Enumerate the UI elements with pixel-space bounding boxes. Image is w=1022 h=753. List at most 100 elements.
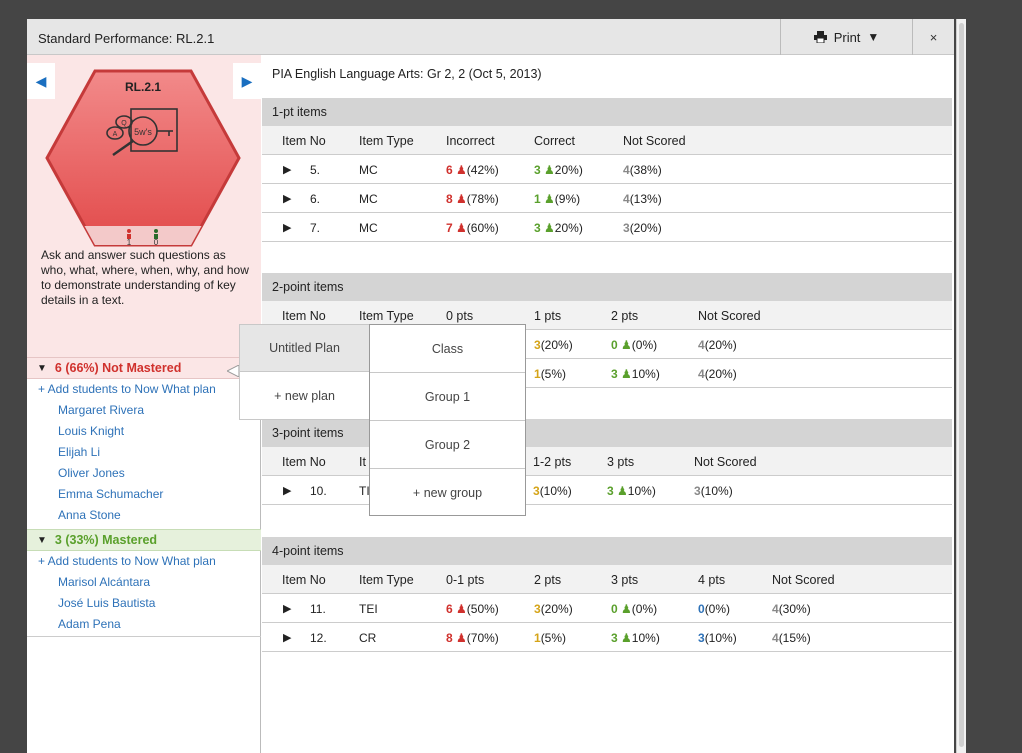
expand-icon[interactable]: ▶ [283,221,291,234]
table-row[interactable]: ▶ 5. MC 6 ♟(42%) 3 ♟20%) 4(38%) [262,155,952,184]
score-count[interactable]: 3 [698,631,705,645]
score-count[interactable]: 3 [607,484,614,498]
print-button[interactable]: Print ▼ [780,19,913,55]
student-link[interactable]: Adam Pena [58,617,121,631]
person-icon: ♟ [456,192,467,206]
not-scored-count[interactable]: 3 [623,221,630,235]
table-row[interactable]: ▶ 11. TEI 6 ♟(50%) 3(20%) 0 ♟(0%) 0(0%) … [262,594,952,623]
person-icon: ♟ [456,631,467,645]
dialog-title: Standard Performance: RL.2.1 [38,31,215,46]
table-header: Item No Item Type 0-1 pts 2 pts 3 pts 4 … [262,565,952,594]
not-scored-pct: (20%) [704,367,737,381]
table-row[interactable]: ▶ 6. MC 8 ♟(78%) 1 ♟(9%) 4(13%) [262,184,952,213]
item-no: 11. [310,602,326,616]
not-scored-count[interactable]: 4 [772,631,779,645]
not-scored-pct: (38%) [629,163,662,177]
expand-icon[interactable]: ▶ [283,602,291,615]
student-link[interactable]: Anna Stone [58,508,121,522]
section-1pt-header: 1-pt items [262,98,952,126]
not-scored-count[interactable]: 4 [623,163,630,177]
student-link[interactable]: Elijah Li [58,445,100,459]
score-pct: (5%) [540,367,567,381]
not-mastered-group-header[interactable]: ▼ 6 (66%) Not Mastered [27,357,261,379]
score-count[interactable]: 0 [611,338,618,352]
standard-hexagon: 5w's Q A RL.2.1 1 0 [45,69,241,247]
svg-text:A: A [113,131,118,138]
not-scored-count[interactable]: 3 [694,484,701,498]
incorrect-count[interactable]: 8 [446,192,453,206]
group-option-1[interactable]: Group 1 [370,373,525,421]
score-pct: (50%) [466,602,499,616]
group-option-class[interactable]: Class [370,325,525,373]
not-mastered-label: 6 (66%) Not Mastered [54,361,182,375]
col-header: Item No [282,134,326,148]
incorrect-count[interactable]: 7 [446,221,453,235]
col-header: 0-1 pts [446,573,485,587]
student-link[interactable]: Margaret Rivera [58,403,144,417]
new-group-option[interactable]: + new group [370,469,525,517]
not-scored-pct: (20%) [629,221,662,235]
student-link[interactable]: Oliver Jones [58,466,125,480]
score-count[interactable]: 3 [533,484,540,498]
score-count[interactable]: 0 [611,602,618,616]
student-link[interactable]: Marisol Alcántara [58,575,150,589]
correct-count[interactable]: 3 [534,163,541,177]
not-scored-count[interactable]: 4 [698,367,705,381]
add-to-plan-link[interactable]: + Add students to Now What plan [38,554,216,568]
correct-count[interactable]: 1 [534,192,541,206]
person-icon: ♟ [544,192,555,206]
group-option-2[interactable]: Group 2 [370,421,525,469]
group-list: Class Group 1 Group 2 + new group [369,324,526,516]
expand-icon[interactable]: ▶ [283,163,291,176]
col-header: 3 pts [607,455,635,469]
add-to-plan-link[interactable]: + Add students to Now What plan [38,382,216,396]
score-count[interactable]: 1 [534,631,541,645]
score-count[interactable]: 8 [446,631,453,645]
expand-icon[interactable]: ▶ [283,192,291,205]
person-icon: ♟ [544,163,555,177]
assessment-title: PIA English Language Arts: Gr 2, 2 (Oct … [272,67,542,81]
table-row[interactable]: ▶ 12. CR 8 ♟(70%) 1(5%) 3 ♟10%) 3(10%) 4… [262,623,952,652]
score-pct: (5%) [540,631,567,645]
student-link[interactable]: Louis Knight [58,424,124,438]
score-count[interactable]: 3 [534,602,541,616]
col-header: Item Type [359,309,414,323]
standard-code: RL.2.1 [125,80,161,94]
close-button[interactable]: × [913,19,954,55]
divider [27,636,261,637]
table-row[interactable]: ▶ 7. MC 7 ♟(60%) 3 ♟20%) 3(20%) [262,213,952,242]
not-scored-count[interactable]: 4 [772,602,779,616]
not-scored-count[interactable]: 4 [623,192,630,206]
score-pct: (0%) [704,602,731,616]
not-scored-pct: (13%) [629,192,662,206]
new-plan-option[interactable]: + new plan [240,372,369,419]
scrollbar-thumb[interactable] [959,23,964,747]
score-count[interactable]: 3 [534,338,541,352]
score-count[interactable]: 0 [698,602,705,616]
not-mastered-count: 1 [127,238,132,247]
col-header: Not Scored [623,134,686,148]
vertical-scrollbar[interactable] [956,19,966,753]
collapse-icon: ▼ [37,362,47,374]
not-scored-count[interactable]: 4 [698,338,705,352]
expand-icon[interactable]: ▶ [283,631,291,644]
score-count[interactable]: 3 [611,367,618,381]
hex-icon-text: 5w's [134,127,152,137]
correct-count[interactable]: 3 [534,221,541,235]
person-icon: ♟ [544,221,555,235]
incorrect-count[interactable]: 6 [446,163,453,177]
score-count[interactable]: 3 [611,631,618,645]
col-header: Item No [282,573,326,587]
dialog-header: Standard Performance: RL.2.1 Print ▼ × [27,19,954,55]
plan-option-untitled[interactable]: Untitled Plan [240,325,369,372]
student-link[interactable]: José Luis Bautista [58,596,155,610]
col-header: 1-2 pts [533,455,572,469]
score-count[interactable]: 1 [534,367,541,381]
score-pct: (10%) [539,484,572,498]
score-count[interactable]: 6 [446,602,453,616]
student-link[interactable]: Emma Schumacher [58,487,163,501]
not-scored-pct: (20%) [704,338,737,352]
add-to-plan-popup: Untitled Plan + new plan Class Group 1 G… [239,324,526,516]
mastered-group-header[interactable]: ▼ 3 (33%) Mastered [27,529,261,551]
not-scored-pct: (15%) [778,631,811,645]
